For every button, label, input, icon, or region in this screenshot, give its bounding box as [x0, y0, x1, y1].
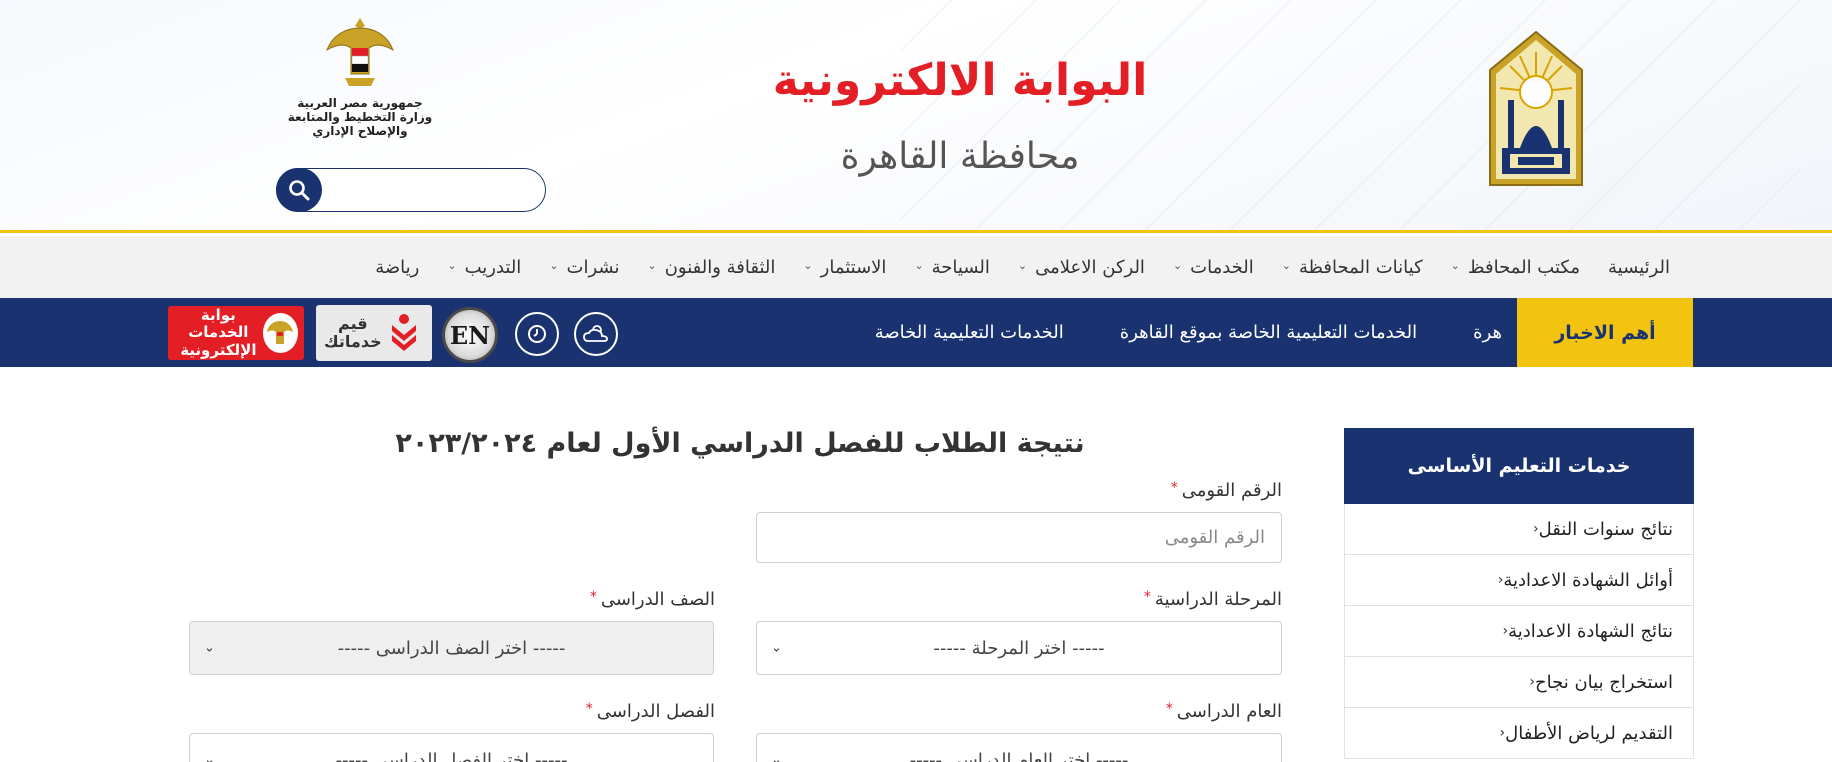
ministry-emblem: جمهورية مصر العربية وزارة التخطيط والمتا… [270, 14, 450, 144]
chevron-down-icon: ⌄ [204, 640, 215, 656]
term-label: الفصل الدراسى* [585, 701, 715, 722]
top-news-label[interactable]: أهم الاخبار [1517, 298, 1693, 367]
chevron-down-icon: ⌄ [1017, 258, 1028, 272]
rating-chevrons-icon [392, 314, 416, 351]
english-language-button[interactable]: EN [442, 307, 498, 363]
chevron-down-icon: ⌄ [1281, 258, 1291, 272]
year-label: العام الدراسى* [1165, 701, 1282, 722]
form-title: نتيجة الطلاب للفصل الدراسي الأول لعام ٢٠… [395, 428, 1085, 459]
chevron-left-icon: ‹ [1529, 674, 1535, 690]
search-icon [289, 179, 310, 200]
rate-services-label: قيم خدماتك [324, 314, 382, 351]
chevron-down-icon: ⌄ [771, 752, 782, 762]
nav-item[interactable]: التدريب ⌄ [433, 257, 535, 278]
eservices-portal-button[interactable]: بوابة الخدمات الإلكترونية [168, 306, 304, 360]
sidebar-item[interactable]: أوائل الشهادة الاعدادية ‹ [1344, 555, 1694, 606]
chevron-down-icon: ⌄ [803, 258, 813, 272]
weather-button[interactable] [574, 312, 618, 356]
prayer-times-button[interactable] [515, 312, 559, 356]
chevron-down-icon: ⌄ [914, 258, 924, 272]
nav-item[interactable]: الثقافة والفنون ⌄ [633, 257, 789, 278]
year-select[interactable]: ----- اختر العام الدراسى ----- ⌄ [756, 733, 1282, 762]
egypt-seal-icon [262, 313, 298, 353]
chevron-left-icon: ‹ [1532, 521, 1539, 537]
sidebar-item[interactable]: نتائج الشهادة الاعدادية ‹ [1344, 606, 1694, 657]
emblem-ministry-label: وزارة التخطيط والمتابعة والإصلاح الإداري [287, 110, 433, 138]
eservices-label: بوابة الخدمات الإلكترونية [180, 306, 257, 359]
chevron-left-icon: ‹ [1502, 623, 1509, 639]
national-id-input[interactable]: الرقم القومى [756, 512, 1282, 563]
news-ticker: هرة الخدمات التعليمية الخاصة بموقع القاه… [875, 298, 1502, 367]
chevron-left-icon: ‹ [1499, 725, 1506, 741]
sidebar-item[interactable]: التقديم لرياض الأطفال ‹ [1344, 708, 1694, 759]
rate-services-button[interactable]: قيم خدماتك [316, 305, 432, 361]
clock-icon [528, 325, 546, 343]
sidebar-item[interactable]: نتائج سنوات النقل ‹ [1344, 504, 1694, 555]
nav-item[interactable]: الركن الاعلامى ⌄ [1004, 257, 1159, 278]
search-box [276, 167, 546, 212]
cloud-sun-icon [583, 325, 608, 342]
nav-item[interactable]: الرئيسية [1594, 257, 1684, 278]
nav-item[interactable]: الخدمات ⌄ [1159, 257, 1268, 278]
ticker-item[interactable]: الخدمات التعليمية الخاصة [875, 322, 1064, 343]
ticker-item[interactable]: هرة [1473, 322, 1502, 343]
portal-title: البوابة الالكترونية [772, 55, 1148, 106]
governorate-subtitle: محافظة القاهرة [840, 136, 1080, 177]
main-navigation: الرئيسية مكتب المحافظ ⌄ كيانات المحافظة ⌄ الخ… [0, 236, 1832, 298]
cairo-governorate-logo-icon[interactable] [1482, 30, 1590, 190]
search-button[interactable] [276, 167, 322, 212]
grade-select[interactable]: ----- اختر الصف الدراسى ----- ⌄ [189, 621, 714, 675]
nav-item[interactable]: نشرات ⌄ [535, 257, 633, 278]
egypt-eagle-icon [326, 18, 394, 86]
term-select[interactable]: ----- اختر الفصل الدراسى ----- ⌄ [189, 733, 714, 762]
nav-item[interactable]: رياضة [361, 257, 433, 278]
sidebar-title: خدمات التعليم الأساسى [1344, 428, 1694, 504]
chevron-down-icon: ⌄ [204, 752, 215, 762]
grade-label: الصف الدراسى* [589, 589, 715, 610]
nav-item[interactable]: السياحة ⌄ [900, 257, 1003, 278]
chevron-down-icon: ⌄ [771, 640, 782, 656]
sidebar-basic-education: خدمات التعليم الأساسى نتائج سنوات النقل ‹… [1344, 428, 1694, 759]
site-header: البوابة الالكترونية محافظة القاهرة جمهور… [0, 0, 1832, 233]
chevron-down-icon: ⌄ [1172, 258, 1183, 272]
chevron-down-icon: ⌄ [447, 258, 457, 272]
chevron-down-icon: ⌄ [1450, 258, 1460, 272]
ticker-item[interactable]: الخدمات التعليمية الخاصة بموقع القاهرة [1120, 322, 1417, 343]
stage-select[interactable]: ----- اختر المرحلة ----- ⌄ [756, 621, 1282, 675]
national-id-label: الرقم القومى* [1170, 480, 1282, 501]
sidebar-item[interactable]: استخراج بيان نجاح ‹ [1344, 657, 1694, 708]
nav-item[interactable]: كيانات المحافظة ⌄ [1268, 257, 1437, 278]
nav-item[interactable]: مكتب المحافظ ⌄ [1437, 257, 1594, 278]
emblem-country-label: جمهورية مصر العربية [297, 96, 423, 110]
chevron-down-icon: ⌄ [549, 258, 559, 272]
chevron-left-icon: ‹ [1497, 572, 1504, 588]
nav-item[interactable]: الاستثمار ⌄ [789, 257, 900, 278]
stage-label: المرحلة الدراسية* [1143, 589, 1282, 610]
search-input[interactable] [329, 175, 534, 205]
chevron-down-icon: ⌄ [647, 258, 657, 272]
english-label: EN [449, 320, 491, 350]
